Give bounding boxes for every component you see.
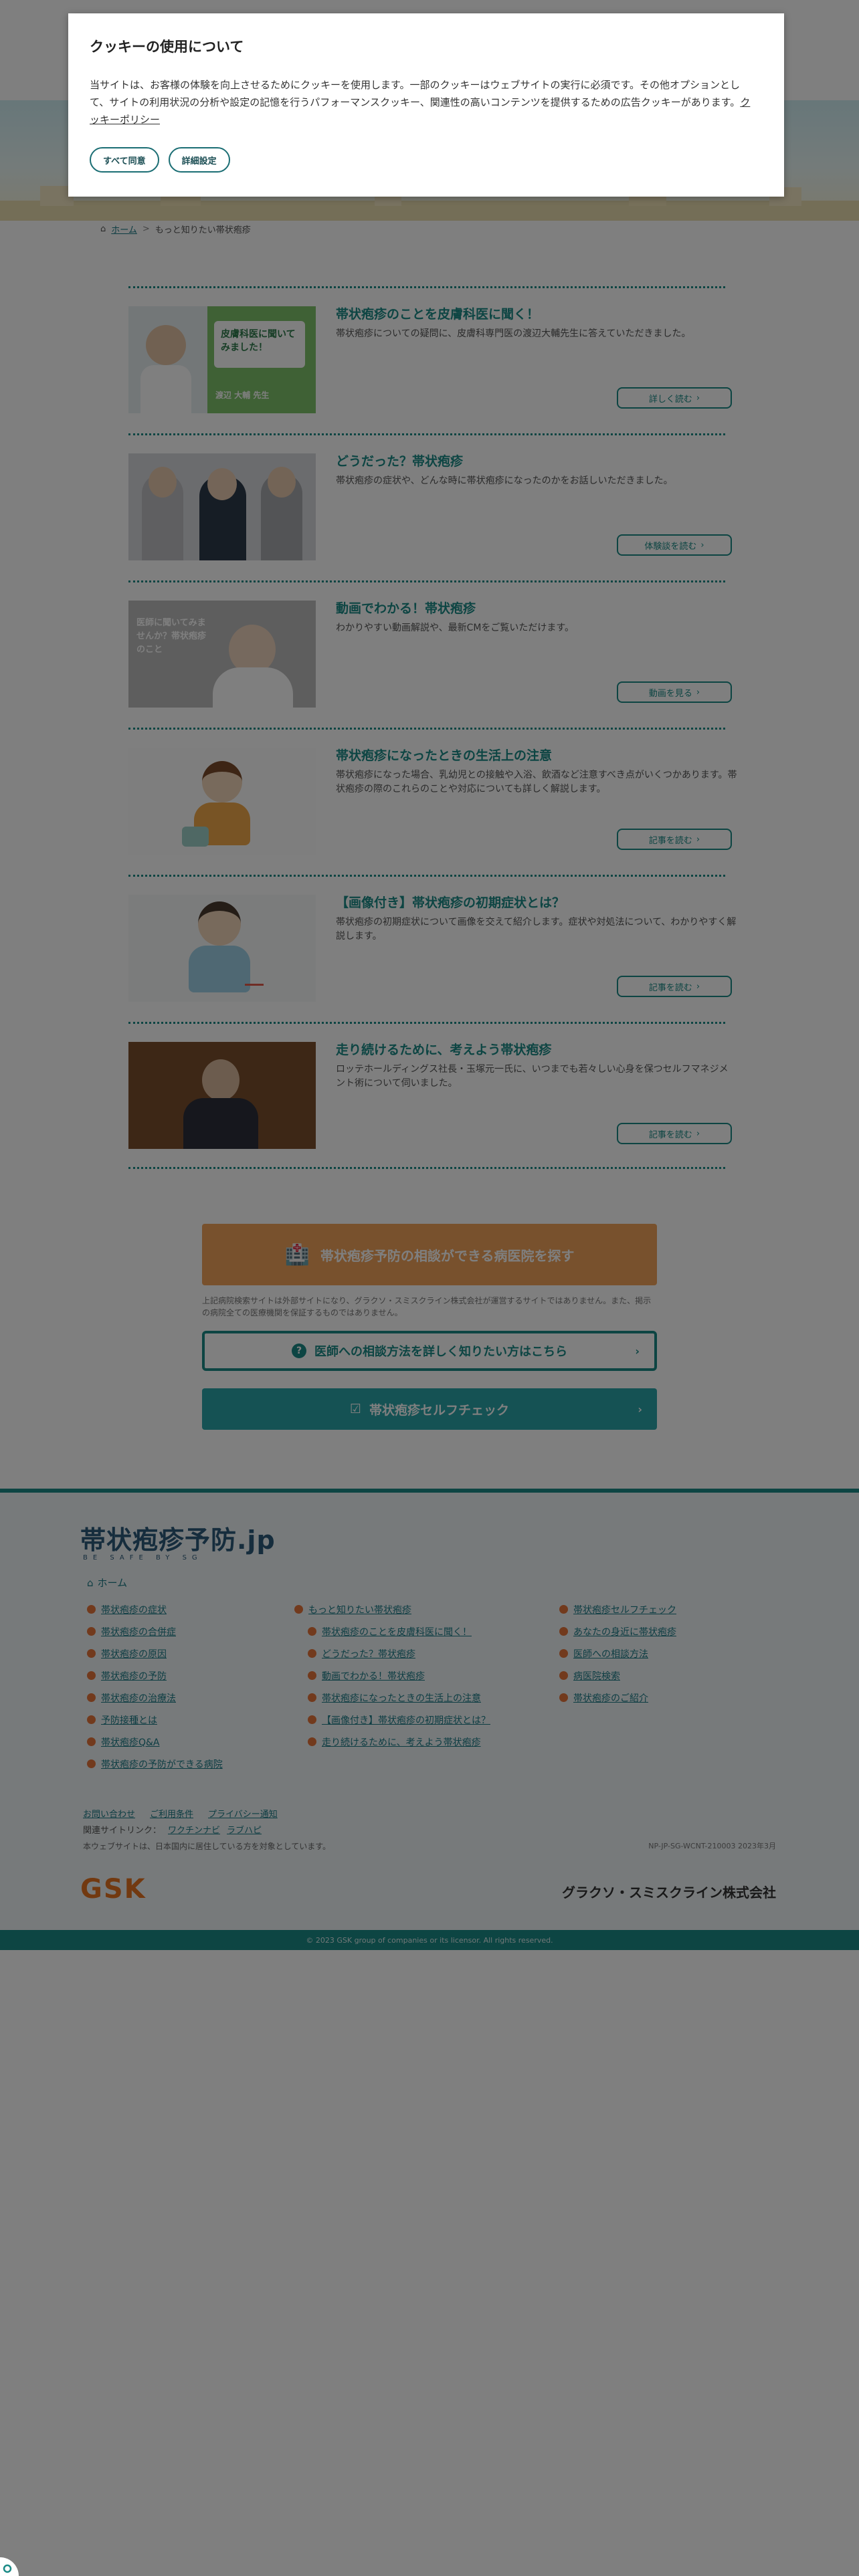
cookie-dialog-actions: すべて同意 詳細設定	[90, 147, 763, 173]
cookie-consent-dialog: クッキーの使用について 当サイトは、お客様の体験を向上させるためにクッキーを使用…	[68, 13, 784, 197]
accept-all-button[interactable]: すべて同意	[90, 147, 159, 173]
modal-overlay[interactable]	[0, 0, 859, 2576]
cookie-settings-button[interactable]: 詳細設定	[168, 147, 230, 173]
cookie-dialog-body: 当サイトは、お客様の体験を向上させるためにクッキーを使用します。一部のクッキーは…	[90, 79, 751, 126]
privacy-settings-icon[interactable]	[0, 2555, 21, 2576]
cookie-dialog-title: クッキーの使用について	[90, 39, 244, 55]
